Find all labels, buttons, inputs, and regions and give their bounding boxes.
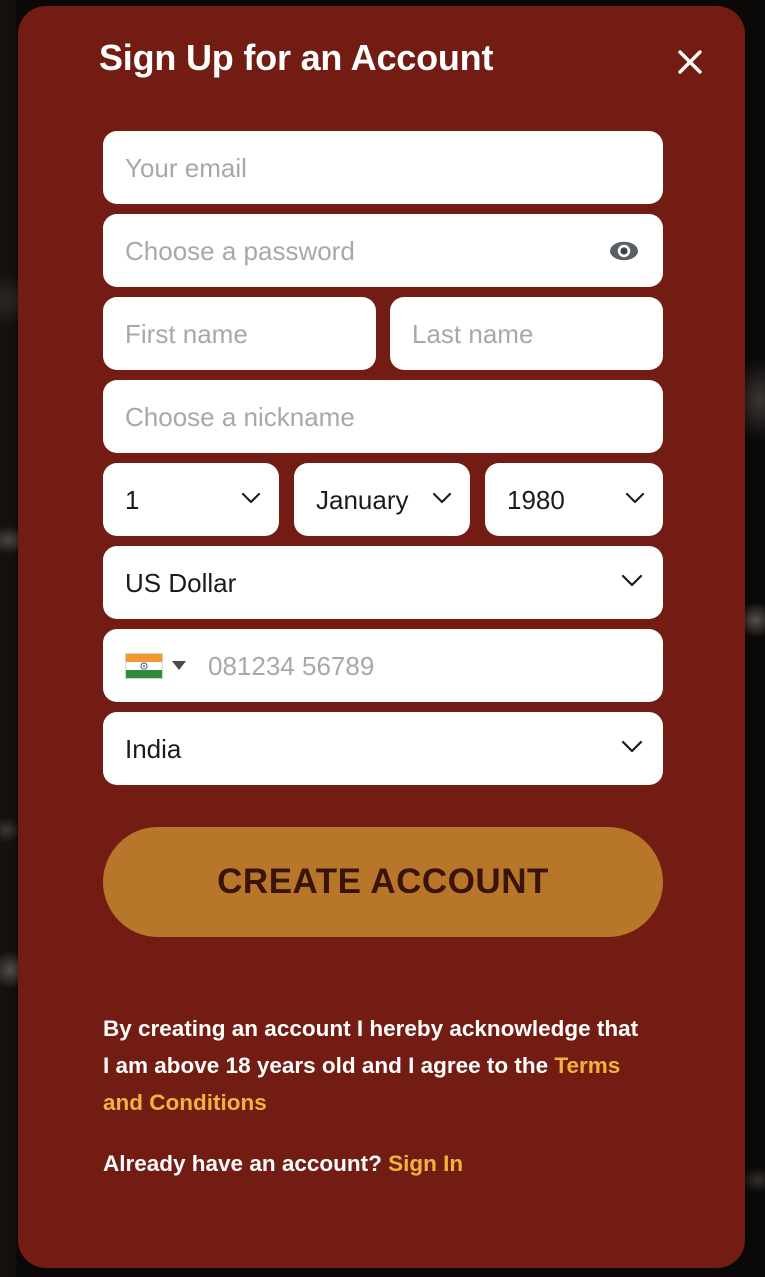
create-account-button[interactable]: CREATE ACCOUNT	[103, 827, 663, 937]
birth-day-value: 1	[125, 484, 140, 515]
phone-country-selector[interactable]	[125, 652, 186, 679]
page-title: Sign Up for an Account	[99, 37, 494, 78]
signup-form: Your email Choose a password First name	[103, 131, 663, 1177]
sign-in-link[interactable]: Sign In	[388, 1151, 463, 1176]
signin-prompt-row: Already have an account? Sign In	[103, 1151, 663, 1177]
password-visibility-toggle[interactable]	[607, 234, 641, 268]
chevron-down-icon	[621, 574, 643, 592]
country-select[interactable]: India	[103, 712, 663, 785]
close-icon	[678, 50, 702, 74]
birth-month-select[interactable]: January	[294, 463, 470, 536]
birth-day-select[interactable]: 1	[103, 463, 279, 536]
first-name-field[interactable]: First name	[103, 297, 376, 370]
close-button[interactable]	[670, 42, 710, 82]
password-field[interactable]: Choose a password	[103, 214, 663, 287]
eye-icon	[610, 241, 638, 260]
chevron-down-icon	[621, 740, 643, 758]
birth-year-select[interactable]: 1980	[485, 463, 663, 536]
phone-field[interactable]: 081234 56789	[103, 629, 663, 702]
page-backdrop: Sign Up for an Account Your email Choose…	[0, 0, 765, 1277]
birthdate-row: 1 January 1980	[103, 463, 663, 536]
chevron-down-icon	[241, 491, 261, 509]
country-value: India	[125, 733, 182, 764]
email-field[interactable]: Your email	[103, 131, 663, 204]
nickname-field[interactable]: Choose a nickname	[103, 380, 663, 453]
chevron-down-icon	[432, 491, 452, 509]
currency-value: US Dollar	[125, 567, 237, 598]
legal-disclaimer: By creating an account I hereby acknowle…	[103, 1010, 648, 1121]
currency-select[interactable]: US Dollar	[103, 546, 663, 619]
chevron-down-icon	[625, 491, 645, 509]
name-row: First name Last name	[103, 297, 663, 370]
signin-prompt-text: Already have an account?	[103, 1151, 389, 1176]
birth-month-value: January	[316, 484, 409, 515]
phone-placeholder: 081234 56789	[208, 650, 375, 681]
chevron-down-icon	[172, 661, 186, 670]
signup-modal: Sign Up for an Account Your email Choose…	[18, 6, 745, 1268]
nickname-placeholder: Choose a nickname	[125, 401, 355, 432]
last-name-placeholder: Last name	[412, 318, 534, 349]
last-name-field[interactable]: Last name	[390, 297, 663, 370]
india-flag-icon	[125, 652, 163, 679]
password-placeholder: Choose a password	[125, 235, 355, 266]
first-name-placeholder: First name	[125, 318, 248, 349]
birth-year-value: 1980	[507, 484, 565, 515]
email-placeholder: Your email	[125, 152, 247, 183]
